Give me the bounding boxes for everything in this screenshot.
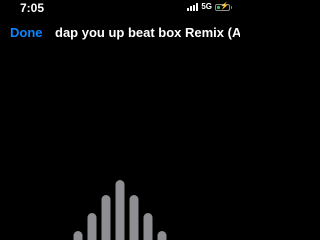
status-bar: 7:05 5G ⚡ [0,0,240,16]
done-button[interactable]: Done [10,25,43,41]
waveform-bar [73,231,83,240]
battery-charging-icon: ⚡ [215,2,232,11]
waveform-bar [129,195,139,240]
screen: 7:05 5G ⚡ Done dap you up beat box Remix… [0,0,240,240]
waveform-bar [101,195,111,240]
cellular-signal-icon [187,3,199,11]
recording-title: dap you up beat box Remix (A-... [55,25,240,40]
nav-bar: Done dap you up beat box Remix (A-... [0,25,240,43]
audio-waveform [73,180,167,240]
waveform-bar [143,213,153,240]
status-time: 7:05 [20,1,45,15]
waveform-bar [157,231,167,240]
waveform-bar [115,180,125,240]
waveform-bar [87,213,97,240]
charging-bolt-icon: ⚡ [220,2,229,10]
network-label: 5G [201,2,212,11]
status-indicators: 5G ⚡ [187,2,232,12]
